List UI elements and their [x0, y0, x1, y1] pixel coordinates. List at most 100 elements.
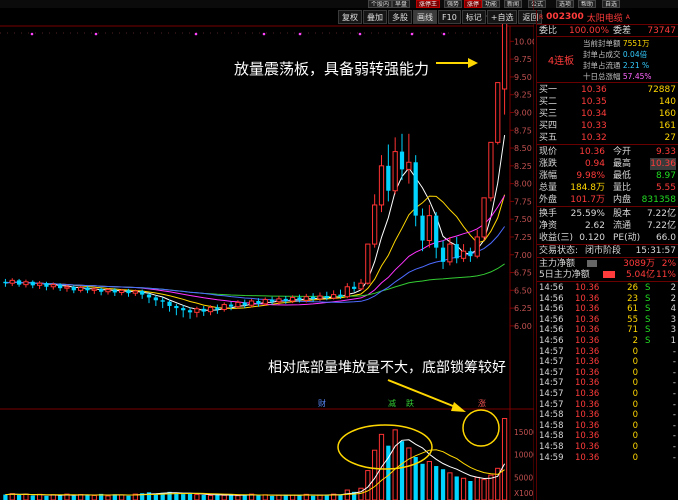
- tick-p: 10.36: [575, 357, 600, 368]
- candle: [3, 278, 8, 287]
- candle-body: [16, 280, 22, 285]
- volume-bar: [126, 495, 131, 500]
- volume-bars: [3, 418, 508, 500]
- candle: [488, 141, 494, 202]
- volume-bar: [474, 476, 480, 500]
- event-mark: 跌: [406, 398, 414, 408]
- tick-p: 10.36: [575, 304, 600, 315]
- candle: [248, 298, 255, 308]
- candle-body: [331, 294, 337, 299]
- tick-v: 0: [632, 367, 638, 378]
- tick-p: 10.36: [575, 314, 600, 325]
- volume-bar: [311, 495, 316, 500]
- buy-row-5: 买五 10.32 27: [537, 132, 678, 144]
- price-axis-label: 7.75: [514, 197, 532, 206]
- tick-p: 10.36: [575, 335, 600, 346]
- tick-n: -: [672, 367, 676, 378]
- candle: [9, 278, 15, 287]
- tick-t: 14:56: [539, 304, 564, 315]
- stock-header[interactable]: R 002300 太阳电缆 A: [537, 10, 678, 24]
- feng-label-2: 封单占成交: [583, 50, 621, 59]
- tick-p: 10.36: [575, 431, 600, 442]
- tick-row: 14:58 10.36 0 -: [537, 410, 678, 421]
- multi-stock-button[interactable]: 多股: [388, 10, 412, 24]
- candle-body: [23, 281, 29, 286]
- price-axis-label: 7.00: [514, 251, 532, 260]
- feng-line-1: 当前封单额 7551万: [583, 38, 649, 49]
- stats-block: 现价 10.36 今开 9.33 涨跌 0.94 最高 10.36 涨幅 9.9…: [537, 144, 678, 206]
- volume-bar: [16, 495, 22, 500]
- candle-body: [454, 244, 459, 259]
- price-axis: 10.00 9.75 9.50 9.25 9.00 8.75 8.50 8.25 8.00 7.7…: [510, 37, 534, 331]
- overlay-button[interactable]: 叠加: [363, 10, 387, 24]
- restore-rights-button[interactable]: 复权: [338, 10, 362, 24]
- top-menu-item[interactable]: 选项: [556, 0, 575, 8]
- price-axis-label: 9.00: [514, 108, 532, 117]
- volume-bar: [276, 494, 282, 500]
- candle: [331, 290, 337, 300]
- buy-row-2: 买二 10.35 140: [537, 96, 678, 108]
- annotation-arrowhead-top: [468, 58, 478, 68]
- stat-value: 184.8万: [570, 183, 605, 193]
- top-menu-item[interactable]: 帮助: [578, 0, 597, 8]
- chart-toolbar: 复权 叠加 多股 画线 F10 标记 +自选 返回: [338, 10, 543, 24]
- buy-volume: 27: [664, 133, 676, 143]
- candle-body: [78, 286, 84, 291]
- tick-n: -: [672, 452, 676, 463]
- candle: [378, 155, 385, 213]
- fund-value: 7.22亿: [646, 209, 676, 219]
- volume-bar: [44, 495, 49, 500]
- candle: [468, 247, 473, 262]
- candle-body: [71, 286, 76, 291]
- tick-v: 0: [632, 346, 638, 357]
- candle: [481, 197, 487, 241]
- price-axis-label: 9.50: [514, 73, 532, 82]
- tick-list[interactable]: 14:56 10.36 26 S 2 14:56 10.36 23 S 2 14:56 10.36 61…: [537, 281, 678, 463]
- candle: [399, 133, 405, 181]
- volume-axis-label: 5000: [514, 473, 533, 482]
- tick-p: 10.36: [575, 441, 600, 452]
- buy-price: 10.33: [581, 121, 607, 131]
- candle-body: [140, 291, 145, 295]
- fund-value: 0.120: [579, 233, 605, 243]
- candle-body: [392, 151, 398, 192]
- volume-bar: [317, 494, 323, 500]
- f10-button[interactable]: F10: [438, 10, 461, 24]
- candle-body: [215, 307, 220, 310]
- candle-body: [386, 165, 391, 191]
- add-favorite-button[interactable]: +自选: [486, 10, 518, 24]
- volume-bar: [447, 472, 453, 500]
- tick-n: 3: [670, 314, 676, 325]
- volume-bar: [399, 441, 405, 500]
- candle: [392, 137, 398, 195]
- candle: [36, 281, 43, 289]
- k-line-chart[interactable]: 10.00 9.75 9.50 9.25 9.00 8.75 8.50 8.25 8.00 7.7…: [0, 0, 534, 500]
- candle-body: [474, 236, 480, 257]
- buy-volume: 72887: [647, 85, 676, 95]
- top-menu-item[interactable]: 自选: [602, 0, 621, 8]
- candle-body: [181, 308, 186, 311]
- trade-status-row: 交易状态: 闭市阶段 15:31:57: [537, 244, 678, 257]
- candle-body: [91, 288, 97, 291]
- draw-line-button[interactable]: 画线: [413, 10, 437, 24]
- tick-row: 14:57 10.36 0 -: [537, 400, 678, 411]
- candle-body: [112, 289, 117, 293]
- stat-row-3: 涨幅 9.98% 最低 8.97: [537, 170, 678, 182]
- price-axis-label: 9.75: [514, 55, 532, 64]
- candle-body: [338, 294, 343, 297]
- stat-row-5: 外盘 101.7万 内盘 831358: [537, 194, 678, 206]
- price-axis-label: 9.25: [514, 91, 532, 100]
- volume-bar: [426, 461, 432, 500]
- candle: [242, 299, 247, 309]
- volume-axis-label: 10000: [514, 451, 534, 460]
- volume-bar: [207, 494, 214, 500]
- candle-body: [119, 289, 125, 293]
- tick-row: 14:57 10.36 0 -: [537, 357, 678, 368]
- candle: [474, 229, 480, 259]
- mark-button[interactable]: 标记: [461, 10, 486, 24]
- candle-body: [365, 243, 371, 284]
- volume-bar: [481, 479, 487, 500]
- tick-v: 0: [632, 378, 638, 389]
- buy-price: 10.35: [581, 97, 607, 107]
- candle-body: [378, 165, 385, 206]
